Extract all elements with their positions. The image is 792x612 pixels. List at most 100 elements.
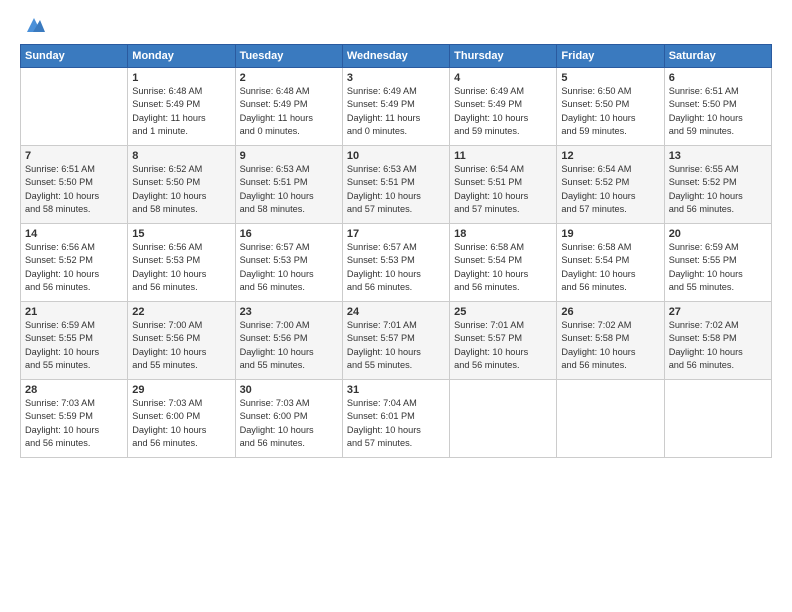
week-row-1: 1 Sunrise: 6:48 AMSunset: 5:49 PMDaylight… [21,68,772,146]
day-number: 14 [25,228,123,240]
calendar-cell: 20Sunrise: 6:59 AMSunset: 5:55 PMDayligh… [664,224,771,302]
calendar-cell: 18 Sunrise: 6:58 AMSunset: 5:54 PMDayligh… [450,224,557,302]
logo-icon [23,16,45,36]
calendar-cell [664,380,771,458]
calendar-cell: 27Sunrise: 7:02 AMSunset: 5:58 PMDayligh… [664,302,771,380]
calendar-cell: 6Sunrise: 6:51 AMSunset: 5:50 PMDaylight… [664,68,771,146]
cell-text: Sunrise: 7:04 AMSunset: 6:01 PMDaylight:… [347,398,421,448]
day-number: 13 [669,150,767,162]
calendar-table: SundayMondayTuesdayWednesdayThursdayFrid… [20,44,772,458]
cell-text: Sunrise: 7:03 AMSunset: 6:00 PMDaylight:… [132,398,206,448]
weekday-header-row: SundayMondayTuesdayWednesdayThursdayFrid… [21,45,772,68]
cell-text: Sunrise: 6:57 AMSunset: 5:53 PMDaylight:… [240,242,314,292]
weekday-header-sunday: Sunday [21,45,128,68]
calendar-cell [450,380,557,458]
cell-text: Sunrise: 7:03 AMSunset: 6:00 PMDaylight:… [240,398,314,448]
weekday-header-friday: Friday [557,45,664,68]
cell-text: Sunrise: 6:51 AMSunset: 5:50 PMDaylight:… [669,86,743,136]
calendar-cell: 23Sunrise: 7:00 AMSunset: 5:56 PMDayligh… [235,302,342,380]
calendar-cell: 16 Sunrise: 6:57 AMSunset: 5:53 PMDayligh… [235,224,342,302]
page: SundayMondayTuesdayWednesdayThursdayFrid… [0,0,792,612]
weekday-header-saturday: Saturday [664,45,771,68]
day-number: 9 [240,150,338,162]
cell-text: Sunrise: 6:58 AMSunset: 5:54 PMDaylight:… [561,242,635,292]
cell-text: Sunrise: 7:03 AMSunset: 5:59 PMDaylight:… [25,398,99,448]
calendar-cell: 24 Sunrise: 7:01 AMSunset: 5:57 PMDayligh… [342,302,449,380]
calendar-cell: 19Sunrise: 6:58 AMSunset: 5:54 PMDayligh… [557,224,664,302]
day-number: 4 [454,72,552,84]
calendar-cell: 3Sunrise: 6:49 AMSunset: 5:49 PMDaylight… [342,68,449,146]
calendar-cell: 9 Sunrise: 6:53 AMSunset: 5:51 PMDaylight… [235,146,342,224]
calendar-cell [557,380,664,458]
calendar-cell: 2Sunrise: 6:48 AMSunset: 5:49 PMDaylight… [235,68,342,146]
day-number: 7 [25,150,123,162]
calendar-cell: 22Sunrise: 7:00 AMSunset: 5:56 PMDayligh… [128,302,235,380]
calendar-cell: 21 Sunrise: 6:59 AMSunset: 5:55 PMDayligh… [21,302,128,380]
day-number: 17 [347,228,445,240]
calendar-cell: 10 Sunrise: 6:53 AMSunset: 5:51 PMDayligh… [342,146,449,224]
cell-text: Sunrise: 7:01 AMSunset: 5:57 PMDaylight:… [347,320,421,370]
cell-text: Sunrise: 6:57 AMSunset: 5:53 PMDaylight:… [347,242,421,292]
day-number: 29 [132,384,230,396]
cell-text: Sunrise: 6:53 AMSunset: 5:51 PMDaylight:… [347,164,421,214]
calendar-cell: 30 Sunrise: 7:03 AMSunset: 6:00 PMDayligh… [235,380,342,458]
week-row-5: 28 Sunrise: 7:03 AMSunset: 5:59 PMDayligh… [21,380,772,458]
day-number: 11 [454,150,552,162]
day-number: 5 [561,72,659,84]
day-number: 16 [240,228,338,240]
cell-text: Sunrise: 6:52 AMSunset: 5:50 PMDaylight:… [132,164,206,214]
calendar-cell: 25 Sunrise: 7:01 AMSunset: 5:57 PMDayligh… [450,302,557,380]
weekday-header-monday: Monday [128,45,235,68]
cell-text: Sunrise: 6:54 AMSunset: 5:51 PMDaylight:… [454,164,528,214]
calendar-cell [21,68,128,146]
calendar-cell: 29 Sunrise: 7:03 AMSunset: 6:00 PMDayligh… [128,380,235,458]
weekday-header-wednesday: Wednesday [342,45,449,68]
calendar-cell: 26Sunrise: 7:02 AMSunset: 5:58 PMDayligh… [557,302,664,380]
calendar-cell: 31 Sunrise: 7:04 AMSunset: 6:01 PMDayligh… [342,380,449,458]
weekday-header-tuesday: Tuesday [235,45,342,68]
day-number: 30 [240,384,338,396]
day-number: 31 [347,384,445,396]
cell-text: Sunrise: 6:53 AMSunset: 5:51 PMDaylight:… [240,164,314,214]
cell-text: Sunrise: 6:56 AMSunset: 5:53 PMDaylight:… [132,242,206,292]
cell-text: Sunrise: 6:50 AMSunset: 5:50 PMDaylight:… [561,86,635,136]
cell-text: Sunrise: 6:59 AMSunset: 5:55 PMDaylight:… [25,320,99,370]
calendar-cell: 12 Sunrise: 6:54 AMSunset: 5:52 PMDayligh… [557,146,664,224]
day-number: 18 [454,228,552,240]
calendar-cell: 17 Sunrise: 6:57 AMSunset: 5:53 PMDayligh… [342,224,449,302]
week-row-4: 21 Sunrise: 6:59 AMSunset: 5:55 PMDayligh… [21,302,772,380]
cell-text: Sunrise: 6:48 AMSunset: 5:49 PMDaylight:… [132,86,205,136]
cell-text: Sunrise: 6:49 AMSunset: 5:49 PMDaylight:… [454,86,528,136]
calendar-cell: 14 Sunrise: 6:56 AMSunset: 5:52 PMDayligh… [21,224,128,302]
cell-text: Sunrise: 6:59 AMSunset: 5:55 PMDaylight:… [669,242,743,292]
day-number: 15 [132,228,230,240]
cell-text: Sunrise: 6:56 AMSunset: 5:52 PMDaylight:… [25,242,99,292]
day-number: 21 [25,306,123,318]
cell-text: Sunrise: 6:48 AMSunset: 5:49 PMDaylight:… [240,86,313,136]
calendar-cell: 7 Sunrise: 6:51 AMSunset: 5:50 PMDaylight… [21,146,128,224]
day-number: 24 [347,306,445,318]
calendar-cell: 1 Sunrise: 6:48 AMSunset: 5:49 PMDaylight… [128,68,235,146]
cell-text: Sunrise: 6:51 AMSunset: 5:50 PMDaylight:… [25,164,99,214]
cell-text: Sunrise: 7:00 AMSunset: 5:56 PMDaylight:… [132,320,206,370]
day-number: 8 [132,150,230,162]
day-number: 1 [132,72,230,84]
cell-text: Sunrise: 6:55 AMSunset: 5:52 PMDaylight:… [669,164,743,214]
day-number: 27 [669,306,767,318]
day-number: 3 [347,72,445,84]
cell-text: Sunrise: 7:00 AMSunset: 5:56 PMDaylight:… [240,320,314,370]
day-number: 12 [561,150,659,162]
calendar-cell: 4 Sunrise: 6:49 AMSunset: 5:49 PMDaylight… [450,68,557,146]
calendar-cell: 15 Sunrise: 6:56 AMSunset: 5:53 PMDayligh… [128,224,235,302]
day-number: 25 [454,306,552,318]
cell-text: Sunrise: 6:58 AMSunset: 5:54 PMDaylight:… [454,242,528,292]
calendar-cell: 8 Sunrise: 6:52 AMSunset: 5:50 PMDaylight… [128,146,235,224]
cell-text: Sunrise: 6:54 AMSunset: 5:52 PMDaylight:… [561,164,635,214]
day-number: 10 [347,150,445,162]
weekday-header-thursday: Thursday [450,45,557,68]
calendar-cell: 11 Sunrise: 6:54 AMSunset: 5:51 PMDayligh… [450,146,557,224]
week-row-3: 14 Sunrise: 6:56 AMSunset: 5:52 PMDayligh… [21,224,772,302]
cell-text: Sunrise: 7:01 AMSunset: 5:57 PMDaylight:… [454,320,528,370]
logo [20,18,45,36]
day-number: 28 [25,384,123,396]
